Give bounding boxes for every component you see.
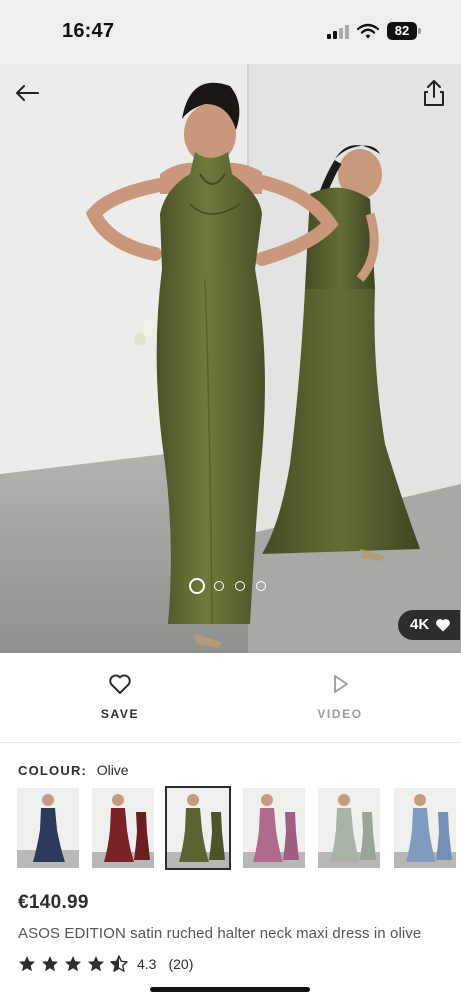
star-half-icon [110, 955, 128, 972]
heart-outline-icon [109, 674, 131, 694]
back-arrow-icon[interactable] [12, 78, 42, 108]
colour-key: COLOUR: [18, 763, 88, 778]
status-time: 16:47 [62, 20, 115, 42]
likes-count: 4K [410, 616, 430, 633]
product-rating[interactable]: 4.3 (20) [18, 955, 193, 973]
carousel-dot-1[interactable] [189, 578, 205, 594]
carousel-dot-2[interactable] [214, 581, 224, 591]
save-label: SAVE [100, 707, 140, 721]
colour-swatches [17, 786, 457, 870]
product-title: ASOS EDITION satin ruched halter neck ma… [18, 925, 422, 942]
swatch-dusty-blue[interactable] [394, 788, 456, 868]
product-photo [0, 64, 461, 653]
video-button[interactable]: VIDEO [280, 673, 400, 721]
wifi-icon [357, 23, 379, 39]
colour-value: Olive [96, 762, 129, 778]
battery-icon: 82 [387, 22, 421, 40]
likes-badge[interactable]: 4K [398, 610, 460, 640]
star-full-icon [42, 956, 58, 972]
video-label: VIDEO [317, 707, 363, 721]
battery-level: 82 [387, 22, 417, 40]
action-bar: SAVE VIDEO [0, 653, 461, 743]
carousel-dot-4[interactable] [256, 581, 266, 591]
share-icon[interactable] [421, 78, 447, 108]
home-indicator [150, 987, 310, 992]
product-price: €140.99 [18, 892, 89, 913]
rating-count: (20) [168, 956, 194, 972]
heart-icon [436, 619, 450, 632]
rating-stars [18, 955, 133, 973]
star-full-icon [65, 956, 81, 972]
play-icon [334, 675, 348, 693]
star-full-icon [19, 956, 35, 972]
signal-icon [327, 25, 349, 39]
product-image-carousel[interactable]: 4K [0, 64, 461, 653]
status-bar: 16:47 82 [0, 0, 461, 64]
rating-value: 4.3 [137, 956, 157, 972]
swatch-mauve[interactable] [243, 788, 305, 868]
star-full-icon [88, 956, 104, 972]
carousel-indicator [189, 578, 269, 594]
carousel-dot-3[interactable] [235, 581, 245, 591]
swatch-sage[interactable] [318, 788, 380, 868]
colour-selector-label: COLOUR: Olive [18, 762, 129, 778]
swatch-burgundy[interactable] [92, 788, 154, 868]
swatch-olive[interactable] [165, 786, 231, 870]
save-button[interactable]: SAVE [60, 673, 180, 721]
swatch-navy[interactable] [17, 788, 79, 868]
